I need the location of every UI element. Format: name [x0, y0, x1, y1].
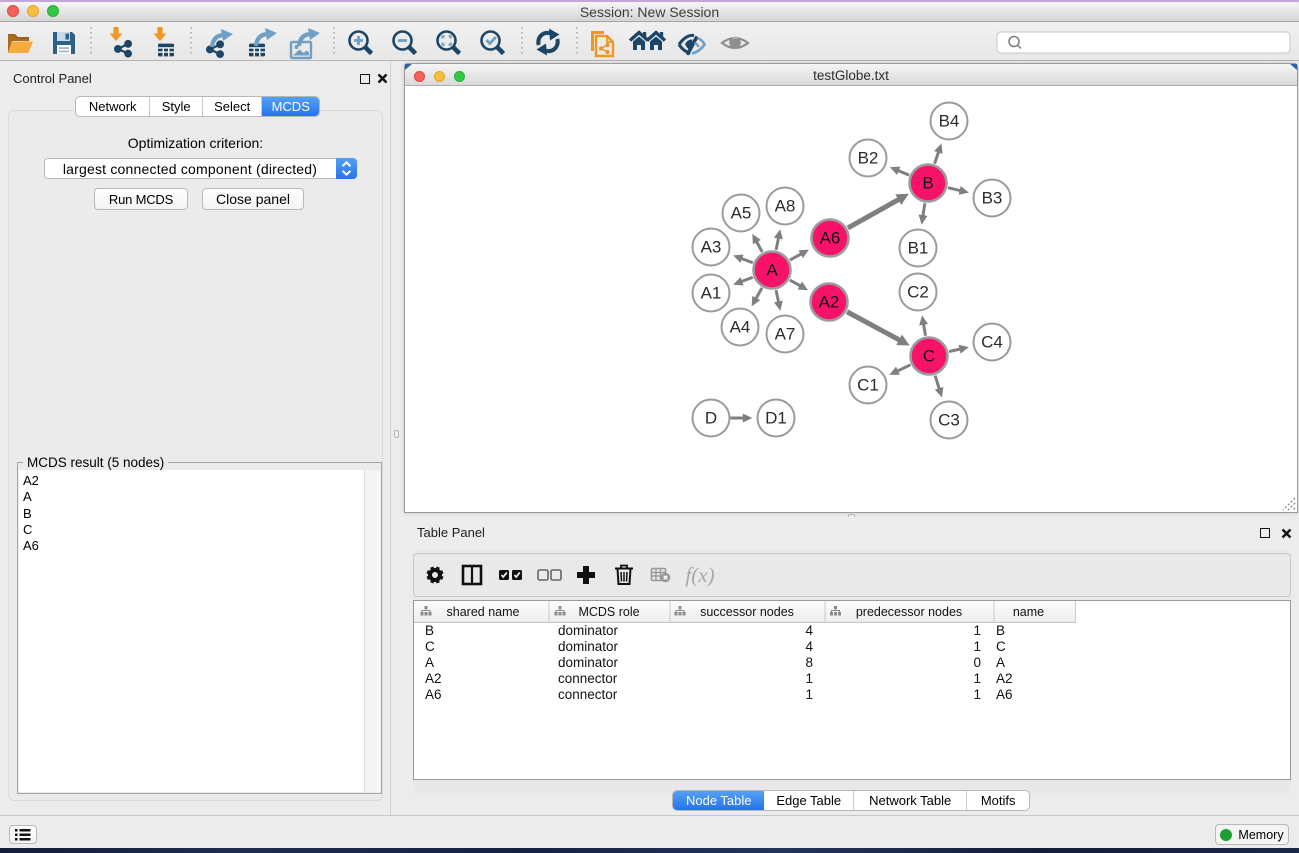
svg-text:1: 1: [973, 639, 981, 654]
svg-text:B4: B4: [939, 112, 960, 131]
svg-text:C1: C1: [857, 376, 879, 395]
svg-text:1: 1: [973, 687, 981, 702]
svg-text:1: 1: [805, 687, 813, 702]
svg-text:C: C: [996, 639, 1006, 654]
svg-text:C2: C2: [907, 283, 929, 302]
svg-text:D1: D1: [765, 409, 787, 428]
svg-text:C4: C4: [981, 333, 1003, 352]
svg-text:1: 1: [805, 671, 813, 686]
svg-text:A: A: [766, 261, 778, 280]
svg-text:A: A: [996, 655, 1005, 670]
svg-text:A: A: [425, 655, 434, 670]
svg-text:A2: A2: [996, 671, 1013, 686]
svg-text:A6: A6: [820, 229, 841, 248]
svg-text:A6: A6: [996, 687, 1013, 702]
svg-text:D: D: [705, 409, 717, 428]
svg-text:name: name: [1013, 605, 1044, 619]
svg-text:A2: A2: [425, 671, 442, 686]
svg-text:B2: B2: [858, 149, 879, 168]
svg-text:B: B: [922, 174, 933, 193]
svg-text:A3: A3: [701, 238, 722, 257]
svg-text:successor nodes: successor nodes: [700, 605, 794, 619]
svg-text:A5: A5: [731, 204, 752, 223]
svg-text:A4: A4: [730, 318, 751, 337]
svg-text:f(x): f(x): [685, 563, 714, 587]
svg-text:shared name: shared name: [447, 605, 520, 619]
svg-text:dominator: dominator: [558, 655, 619, 670]
svg-text:B3: B3: [982, 189, 1003, 208]
svg-text:dominator: dominator: [558, 639, 619, 654]
svg-text:1: 1: [973, 623, 981, 638]
svg-text:connector: connector: [558, 687, 618, 702]
svg-text:A6: A6: [425, 687, 442, 702]
svg-text:B: B: [425, 623, 434, 638]
svg-text:dominator: dominator: [558, 623, 619, 638]
svg-text:A2: A2: [819, 293, 840, 312]
svg-text:C3: C3: [938, 411, 960, 430]
svg-text:connector: connector: [558, 671, 618, 686]
svg-text:0: 0: [973, 655, 981, 670]
svg-text:4: 4: [805, 639, 813, 654]
svg-text:8: 8: [805, 655, 813, 670]
svg-text:C: C: [923, 347, 935, 366]
svg-text:MCDS role: MCDS role: [578, 605, 639, 619]
svg-text:4: 4: [805, 623, 813, 638]
svg-text:A1: A1: [701, 284, 722, 303]
svg-text:1: 1: [973, 671, 981, 686]
svg-text:A8: A8: [775, 197, 796, 216]
svg-text:B1: B1: [908, 239, 929, 258]
svg-text:C: C: [425, 639, 435, 654]
svg-text:B: B: [996, 623, 1005, 638]
svg-text:A7: A7: [775, 325, 796, 344]
svg-text:predecessor nodes: predecessor nodes: [856, 605, 962, 619]
